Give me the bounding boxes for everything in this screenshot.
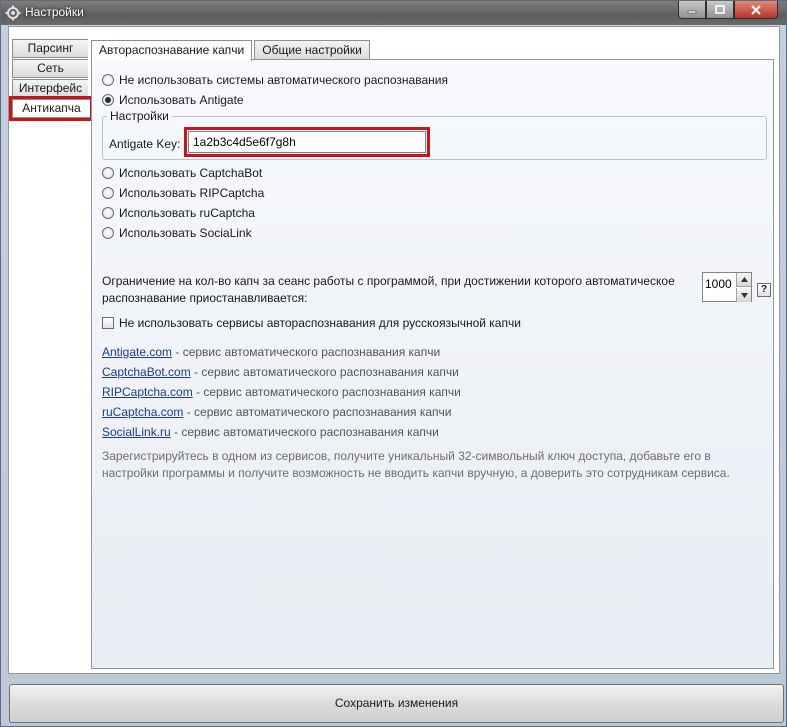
option-no-auto-label: Не использовать системы автоматического … <box>119 73 448 87</box>
settings-group-legend: Настройки <box>107 109 172 123</box>
link-item-antigate: Antigate.com - сервис автоматического ра… <box>102 345 440 359</box>
stepper-down-button[interactable] <box>736 288 751 302</box>
link-item-rucaptcha: ruCaptcha.com - сервис автоматического р… <box>102 405 452 419</box>
stepper-up-button[interactable] <box>736 273 751 287</box>
registration-note-line1: Зарегистрируйтесь в одном из сервисов, п… <box>102 449 711 463</box>
russian-captcha-option[interactable]: Не использовать сервисы автораспознавани… <box>102 316 521 330</box>
captcha-limit-stepper[interactable] <box>702 272 752 302</box>
option-no-auto[interactable]: Не использовать системы автоматического … <box>102 73 448 87</box>
link-item-ripcaptcha: RIPCaptcha.com - сервис автоматического … <box>102 385 461 399</box>
radio-antigate[interactable] <box>102 94 114 106</box>
option-rucaptcha-label: Использовать ruCaptcha <box>119 206 255 220</box>
captchabot-link[interactable]: CaptchaBot.com <box>102 365 191 379</box>
close-button[interactable] <box>734 1 778 19</box>
tab-general-settings[interactable]: Общие настройки <box>254 40 370 60</box>
chevron-down-icon <box>740 292 748 298</box>
link-desc: - сервис автоматического распознавания к… <box>192 385 461 399</box>
option-rucaptcha[interactable]: Использовать ruCaptcha <box>102 206 255 220</box>
close-icon <box>751 4 761 15</box>
settings-group: Настройки Antigate Key: <box>102 109 767 160</box>
rucaptcha-link[interactable]: ruCaptcha.com <box>102 405 183 419</box>
gear-icon <box>5 5 21 21</box>
option-antigate[interactable]: Использовать Antigate <box>102 93 244 107</box>
link-item-captchabot: CaptchaBot.com - сервис автоматического … <box>102 365 459 379</box>
window-controls <box>678 1 778 19</box>
link-desc: - сервис автоматического распознавания к… <box>170 425 439 439</box>
title-bar[interactable]: Настройки <box>1 1 786 25</box>
option-ripcaptcha[interactable]: Использовать RIPCaptcha <box>102 186 264 200</box>
maximize-icon <box>715 5 725 14</box>
minimize-button[interactable] <box>678 1 706 19</box>
link-desc: - сервис автоматического распознавания к… <box>183 405 452 419</box>
main-tabs: Автораспознавание капчи Общие настройки <box>91 40 372 61</box>
radio-no-auto[interactable] <box>102 74 114 86</box>
sidebar-item-anticaptcha[interactable]: Антикапча <box>9 96 93 121</box>
tab-auto-recognition[interactable]: Автораспознавание капчи <box>91 40 253 61</box>
option-ripcaptcha-label: Использовать RIPCaptcha <box>119 186 265 200</box>
link-desc: - сервис автоматического распознавания к… <box>190 365 459 379</box>
registration-note: Зарегистрируйтесь в одном из сервисов, п… <box>102 448 762 482</box>
chevron-up-icon <box>740 277 748 282</box>
maximize-button[interactable] <box>706 1 734 19</box>
captcha-limit-line2: распознавание приостанавливается: <box>102 291 308 305</box>
radio-ripcaptcha[interactable] <box>102 187 114 199</box>
help-button[interactable]: ? <box>757 283 771 297</box>
option-captchabot-label: Использовать CaptchaBot <box>119 166 263 180</box>
sidebar-item-network[interactable]: Сеть <box>12 59 88 78</box>
radio-socialink[interactable] <box>102 227 114 239</box>
link-item-sociallink: SocialLink.ru - сервис автоматического р… <box>102 425 439 439</box>
option-socialink[interactable]: Использовать SociaLink <box>102 226 252 240</box>
antigate-link[interactable]: Antigate.com <box>102 345 172 359</box>
registration-note-line2: настройки программы и получите возможнос… <box>102 466 730 480</box>
sidebar-item-parsing[interactable]: Парсинг <box>12 39 88 58</box>
link-desc: - сервис автоматического распознавания к… <box>172 345 441 359</box>
captcha-limit-label: Ограничение на кол-во капч за сеанс рабо… <box>102 273 702 307</box>
option-socialink-label: Использовать SociaLink <box>119 226 252 240</box>
antigate-key-input[interactable] <box>184 127 430 157</box>
option-captchabot[interactable]: Использовать CaptchaBot <box>102 166 262 180</box>
option-antigate-label: Использовать Antigate <box>119 93 244 107</box>
russian-captcha-label: Не использовать сервисы автораспознавани… <box>119 316 521 330</box>
tab-panel: Не использовать системы автоматического … <box>91 59 774 669</box>
captcha-limit-line1: Ограничение на кол-во капч за сеанс рабо… <box>102 274 675 288</box>
radio-captchabot[interactable] <box>102 167 114 179</box>
client-area: Парсинг Сеть Интерфейс Антикапча Авторас… <box>8 26 780 674</box>
radio-rucaptcha[interactable] <box>102 207 114 219</box>
save-changes-button[interactable]: Сохранить изменения <box>9 684 784 723</box>
window-title: Настройки <box>25 5 84 19</box>
minimize-icon <box>687 10 697 13</box>
ripcaptcha-link[interactable]: RIPCaptcha.com <box>102 385 193 399</box>
settings-window: Настройки Парсинг Сеть Интерфейс Антикап… <box>0 0 787 727</box>
sociallink-link[interactable]: SocialLink.ru <box>102 425 171 439</box>
sidebar-item-interface[interactable]: Интерфейс <box>12 79 88 98</box>
russian-captcha-checkbox[interactable] <box>102 317 114 329</box>
captcha-limit-input[interactable] <box>705 277 735 291</box>
antigate-key-label: Antigate Key: <box>109 137 181 151</box>
